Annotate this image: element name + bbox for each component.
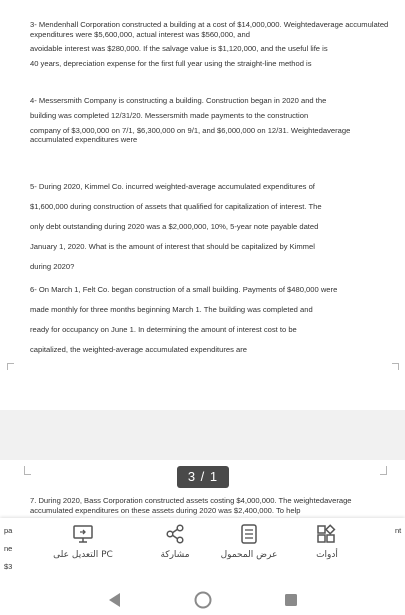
question-3-line-3: 40 years, depreciation expense for the f… bbox=[30, 59, 312, 68]
back-triangle-icon bbox=[109, 593, 120, 607]
share-label: مشاركة bbox=[160, 550, 190, 560]
question-6-line-3: ready for occupancy on June 1. In determ… bbox=[30, 325, 297, 334]
tools-label: أدوات bbox=[316, 550, 338, 560]
question-4-line-1: 4- Messersmith Company is constructing a… bbox=[30, 96, 327, 105]
question-5-line-3: only debt outstanding during 2020 was a … bbox=[30, 222, 319, 231]
edit-on-pc-label: التعديل على PC bbox=[53, 550, 113, 560]
share-icon bbox=[166, 524, 184, 544]
question-5-line-2: $1,600,000 during construction of assets… bbox=[30, 202, 322, 211]
monitor-icon bbox=[73, 525, 93, 543]
question-6-line-1: 6- On March 1, Felt Co. began constructi… bbox=[30, 285, 338, 294]
tools-button[interactable]: أدوات bbox=[292, 524, 362, 560]
question-6: 6- On March 1, Felt Co. began constructi… bbox=[30, 280, 390, 360]
question-5-line-4: January 1, 2020. What is the amount of i… bbox=[30, 242, 315, 251]
document-view-icon bbox=[241, 524, 257, 544]
page-corner-bottom-right bbox=[380, 466, 387, 475]
tools-grid-icon bbox=[317, 524, 336, 543]
mobile-view-button[interactable]: عرض المحمول bbox=[214, 524, 284, 560]
peek-text-4: nt bbox=[395, 526, 402, 535]
bottom-toolbar: pa ne $3 nt التعديل على PC مشاركة عرض ال… bbox=[0, 518, 405, 585]
nav-recents-button[interactable] bbox=[284, 593, 298, 612]
page-corner-top-right bbox=[392, 363, 399, 370]
nav-back-button[interactable] bbox=[108, 592, 122, 613]
peek-text-1: pa bbox=[4, 526, 13, 535]
recents-square-icon bbox=[285, 594, 297, 606]
share-button[interactable]: مشاركة bbox=[140, 524, 210, 560]
question-4-line-2: building was completed 12/31/20. Messers… bbox=[30, 110, 309, 120]
peek-text-3: $3 bbox=[4, 562, 13, 571]
question-7: 7. During 2020, Bass Corporation constru… bbox=[30, 496, 390, 515]
question-3-line-2: avoidable interest was $280,000. If the … bbox=[30, 44, 328, 53]
question-3: 3- Mendenhall Corporation constructed a … bbox=[30, 20, 390, 69]
peek-text-2: ne bbox=[4, 544, 13, 553]
question-6-line-2: made monthly for three months beginning … bbox=[30, 305, 313, 314]
page-corner-bottom-left bbox=[24, 466, 31, 475]
page-indicator: 3 / 1 bbox=[177, 466, 229, 488]
question-7-text: 7. During 2020, Bass Corporation constru… bbox=[30, 496, 352, 515]
question-5-line-1: 5- During 2020, Kimmel Co. incurred weig… bbox=[30, 182, 315, 191]
question-4: 4- Messersmith Company is constructing a… bbox=[30, 96, 390, 145]
page-gap bbox=[0, 410, 405, 460]
question-3-line-1: 3- Mendenhall Corporation constructed a … bbox=[30, 20, 389, 39]
system-nav-bar bbox=[0, 585, 405, 615]
document-page: 3- Mendenhall Corporation constructed a … bbox=[0, 0, 405, 410]
edit-on-pc-button[interactable]: التعديل على PC bbox=[48, 524, 118, 560]
home-circle-icon bbox=[194, 591, 212, 609]
question-5: 5- During 2020, Kimmel Co. incurred weig… bbox=[30, 177, 390, 277]
nav-home-button[interactable] bbox=[194, 591, 212, 614]
page-corner-top-left bbox=[7, 363, 14, 370]
question-5-line-5: during 2020? bbox=[30, 262, 75, 271]
question-6-line-4: capitalized, the weighted-average accumu… bbox=[30, 345, 247, 354]
mobile-view-label: عرض المحمول bbox=[220, 550, 278, 560]
question-4-line-3: company of $3,000,000 on 7/1, $6,300,000… bbox=[30, 125, 351, 145]
